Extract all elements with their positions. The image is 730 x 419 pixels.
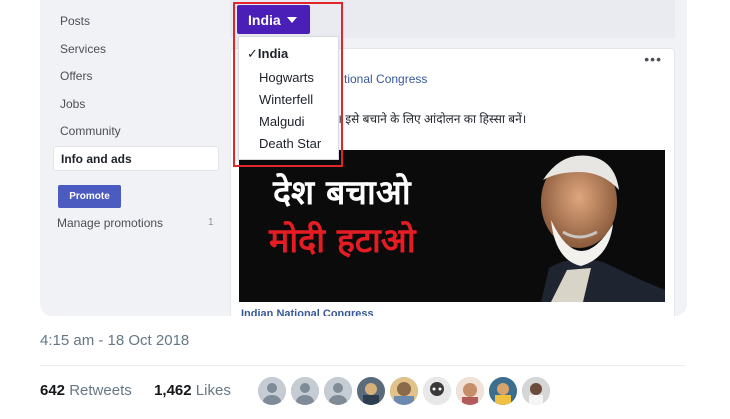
promote-button[interactable]: Promote	[58, 185, 121, 208]
sidebar-item-label: Offers	[60, 69, 93, 83]
liker-avatars	[258, 377, 550, 405]
tweet-stats: 642 Retweets 1,462 Likes	[40, 382, 231, 399]
sidebar-item-label: Services	[60, 42, 107, 56]
embedded-screenshot: Posts Services Offers Jobs Community Inf…	[40, 0, 687, 316]
retweets-label[interactable]: Retweets	[69, 382, 132, 399]
more-options-icon[interactable]: •••	[644, 51, 662, 67]
post-image[interactable]: देश बचाओ मोदी हटाओ	[239, 150, 665, 302]
sidebar-item-info-and-ads[interactable]: Info and ads	[53, 146, 219, 171]
manage-promotions-link[interactable]: Manage promotions	[57, 216, 163, 230]
likes-count[interactable]: 1,462	[154, 382, 192, 399]
avatar[interactable]	[522, 377, 550, 405]
sidebar-item-community[interactable]: Community	[60, 124, 121, 138]
red-highlight-box	[233, 2, 343, 167]
retweets-count[interactable]: 642	[40, 382, 65, 399]
image-headline-line1: देश बचाओ	[273, 173, 411, 213]
avatar[interactable]	[456, 377, 484, 405]
post-text: है। इसे बचाने के लिए आंदोलन का हिस्सा बन…	[331, 112, 527, 126]
avatar[interactable]	[291, 377, 319, 405]
sidebar-item-label: Jobs	[60, 97, 86, 111]
sidebar-item-label: Info and ads	[61, 152, 132, 166]
portrait-image	[471, 150, 665, 302]
page-sidebar: Posts Services Offers Jobs Community Inf…	[40, 0, 230, 316]
sidebar-item-label: Community	[60, 124, 121, 138]
manage-promotions-count: 1	[208, 217, 214, 228]
sidebar-item-jobs[interactable]: Jobs	[60, 97, 85, 111]
sidebar-item-offers[interactable]: Offers	[60, 69, 92, 83]
divider	[40, 365, 685, 366]
avatar[interactable]	[390, 377, 418, 405]
avatar[interactable]	[489, 377, 517, 405]
likes-label[interactable]: Likes	[196, 382, 231, 399]
sidebar-item-posts[interactable]: Posts	[60, 14, 90, 28]
sidebar-item-services[interactable]: Services	[60, 42, 106, 56]
image-headline-line2: मोदी हटाओ	[269, 221, 416, 261]
avatar[interactable]	[258, 377, 286, 405]
avatar[interactable]	[357, 377, 385, 405]
avatar[interactable]	[423, 377, 451, 405]
post-footer-link[interactable]: Indian National Congress	[241, 308, 374, 316]
post-page-name[interactable]: tional Congress	[344, 72, 427, 86]
avatar[interactable]	[324, 377, 352, 405]
tweet-timestamp[interactable]: 4:15 am - 18 Oct 2018	[40, 332, 189, 349]
sidebar-item-label: Posts	[60, 14, 91, 28]
